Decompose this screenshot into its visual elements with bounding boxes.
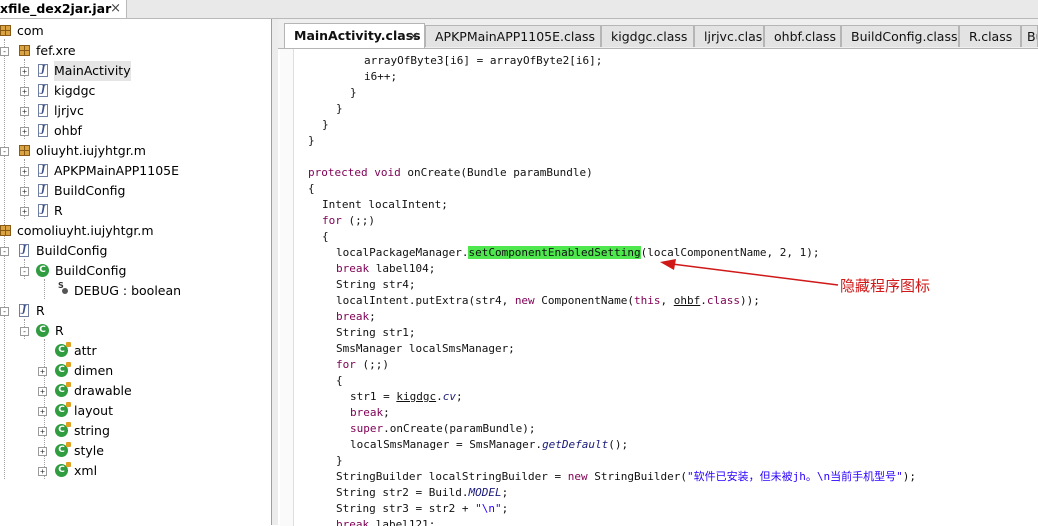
annotation-arrow — [660, 259, 839, 286]
annotation-arrow-head — [660, 259, 676, 270]
annotation-arrow-line — [671, 263, 839, 286]
annotation-label: 隐藏程序图标 — [840, 277, 931, 295]
